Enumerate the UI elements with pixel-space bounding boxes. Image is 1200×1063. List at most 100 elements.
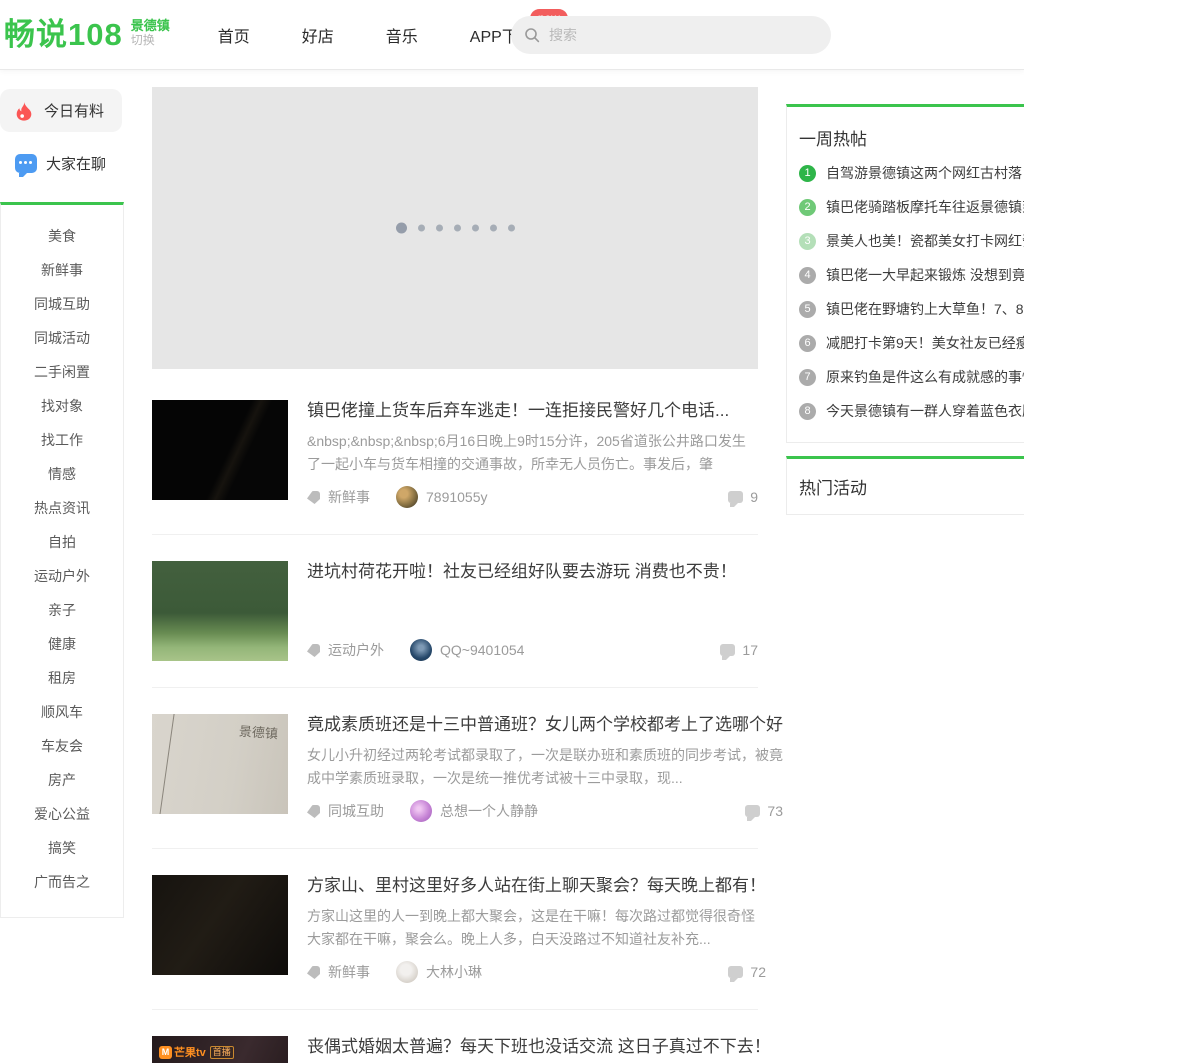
avatar[interactable] (410, 800, 432, 822)
avatar[interactable] (396, 961, 418, 983)
rank-badge: 2 (799, 198, 816, 216)
mango-tv-logo: M 芒果tv 首播 (159, 1044, 234, 1060)
category-jobs[interactable]: 找工作 (1, 423, 123, 457)
logo[interactable]: 畅说108 景德镇 切换 (4, 8, 170, 62)
feed-post: 景德镇 竟成素质班还是十三中普通班？女儿两个学校都考上了选哪个好 女儿小升初经过… (152, 688, 783, 849)
category-local-events[interactable]: 同城活动 (1, 321, 123, 355)
city-label: 景德镇 (130, 17, 170, 33)
post-thumbnail[interactable]: M 芒果tv 首播 (152, 1036, 288, 1063)
site-logo-text[interactable]: 畅说108 (4, 8, 123, 62)
post-category[interactable]: 运动户外 (328, 640, 384, 660)
post-author[interactable]: 7891055y (426, 489, 488, 505)
category-news[interactable]: 新鲜事 (1, 253, 123, 287)
category-ads[interactable]: 广而告之 (1, 865, 123, 899)
nav-shops[interactable]: 好店 (302, 23, 334, 47)
nav-music[interactable]: 音乐 (386, 23, 418, 47)
category-secondhand[interactable]: 二手闲置 (1, 355, 123, 389)
tag-icon (307, 966, 320, 979)
post-thumbnail[interactable]: 景德镇 (152, 714, 288, 814)
hot-post-item[interactable]: 3 景美人也美！瓷都美女打卡网红瓷 (799, 224, 1024, 258)
comment-icon (720, 644, 736, 660)
search-icon (525, 28, 540, 43)
search-box[interactable] (511, 16, 831, 54)
comment-icon (728, 491, 744, 507)
hot-post-item[interactable]: 7 原来钓鱼是件这么有成就感的事情 (799, 360, 1024, 394)
post-author[interactable]: 总想一个人静静 (440, 801, 538, 821)
post-title[interactable]: 丧偶式婚姻太普遍？每天下班也没话交流 这日子真过不下去！ (307, 1036, 771, 1058)
comment-count-group: 72 (728, 964, 766, 982)
post-category[interactable]: 新鲜事 (328, 487, 370, 507)
post-title[interactable]: 竟成素质班还是十三中普通班？女儿两个学校都考上了选哪个好 (307, 714, 783, 736)
today-hot-label: 今日有料 (44, 103, 105, 120)
category-emotions[interactable]: 情感 (1, 457, 123, 491)
carousel-dot[interactable] (489, 224, 497, 232)
hot-post-item[interactable]: 8 今天景德镇有一群人穿着蓝色衣服 (799, 394, 1024, 428)
nav-home[interactable]: 首页 (218, 23, 250, 47)
tag-icon (307, 805, 320, 818)
post-thumbnail[interactable] (152, 561, 288, 661)
category-rentals[interactable]: 租房 (1, 661, 123, 695)
mango-tv-icon: M (159, 1045, 172, 1059)
category-selfie[interactable]: 自拍 (1, 525, 123, 559)
post-author[interactable]: 大林小琳 (426, 962, 482, 982)
category-outdoor-sports[interactable]: 运动户外 (1, 559, 123, 593)
feed-post: 方家山、里村这里好多人站在街上聊天聚会？每天晚上都有！ 方家山这里的人一到晚上都… (152, 849, 766, 1010)
category-carpool[interactable]: 顺风车 (1, 695, 123, 729)
carousel-dot[interactable] (417, 224, 425, 232)
category-health[interactable]: 健康 (1, 627, 123, 661)
category-mutual-help[interactable]: 同城互助 (1, 287, 123, 321)
hot-post-item[interactable]: 6 减肥打卡第9天！美女社友已经瘦了 (799, 326, 1024, 360)
comment-count-group: 9 (728, 489, 758, 507)
category-funny[interactable]: 搞笑 (1, 831, 123, 865)
tag-icon (307, 644, 320, 657)
post-thumbnail[interactable] (152, 400, 288, 500)
category-list: 美食 新鲜事 同城互助 同城活动 二手闲置 找对象 找工作 情感 热点资讯 自拍… (0, 202, 124, 918)
hot-post-item[interactable]: 4 镇巴佬一大早起来锻炼 没想到竟然 (799, 258, 1024, 292)
search-input[interactable] (549, 27, 799, 43)
thumbnail-text: 景德镇 (238, 723, 279, 742)
category-food[interactable]: 美食 (1, 219, 123, 253)
carousel-dot[interactable] (453, 224, 461, 232)
rank-badge: 8 (799, 402, 816, 420)
carousel-dot[interactable] (435, 224, 443, 232)
thumbnail-detail (157, 714, 176, 814)
post-author[interactable]: QQ~9401054 (440, 642, 524, 658)
post-category[interactable]: 同城互助 (328, 801, 384, 821)
category-car-club[interactable]: 车友会 (1, 729, 123, 763)
category-real-estate[interactable]: 房产 (1, 763, 123, 797)
carousel-dot[interactable] (395, 222, 407, 234)
fire-icon (16, 101, 32, 121)
post-title[interactable]: 方家山、里村这里好多人站在街上聊天聚会？每天晚上都有！ (307, 875, 766, 897)
carousel-dot[interactable] (507, 224, 515, 232)
category-charity[interactable]: 爱心公益 (1, 797, 123, 831)
carousel-banner[interactable] (152, 87, 758, 369)
feed-post: 镇巴佬撞上货车后弃车逃走！一连拒接民警好几个电话... &nbsp;&nbsp;… (152, 369, 758, 535)
post-thumbnail[interactable] (152, 875, 288, 975)
post-title[interactable]: 镇巴佬撞上货车后弃车逃走！一连拒接民警好几个电话... (307, 400, 758, 422)
hot-activities-title: 热门活动 (799, 479, 867, 498)
comment-count: 9 (750, 489, 758, 505)
category-hot-info[interactable]: 热点资讯 (1, 491, 123, 525)
city-switch-link[interactable]: 切换 (131, 33, 170, 48)
hot-post-item[interactable]: 2 镇巴佬骑踏板摩托车往返景德镇到 (799, 190, 1024, 224)
hot-post-item[interactable]: 5 镇巴佬在野塘钓上大草鱼！7、8斤 (799, 292, 1024, 326)
category-parenting[interactable]: 亲子 (1, 593, 123, 627)
avatar[interactable] (396, 486, 418, 508)
comment-count-group: 17 (720, 642, 758, 660)
sidebar-item-everyone-chatting[interactable]: 大家在聊 (0, 153, 125, 177)
chatting-label: 大家在聊 (46, 156, 107, 173)
sidebar-item-today-hot[interactable]: 今日有料 (0, 89, 122, 132)
left-sidebar: 今日有料 大家在聊 美食 新鲜事 同城互助 同城活动 二手闲置 找对象 找工作 … (0, 70, 125, 918)
feed-post: 进坑村荷花开啦！社友已经组好队要去游玩 消费也不贵！ 运动户外 QQ~94010… (152, 535, 758, 688)
carousel-dot[interactable] (471, 224, 479, 232)
rank-badge: 5 (799, 300, 816, 318)
post-title[interactable]: 进坑村荷花开啦！社友已经组好队要去游玩 消费也不贵！ (307, 561, 758, 583)
hot-post-item[interactable]: 1 自驾游景德镇这两个网红古村落！ (799, 156, 1024, 190)
avatar[interactable] (410, 639, 432, 661)
tag-icon (307, 491, 320, 504)
category-dating[interactable]: 找对象 (1, 389, 123, 423)
chat-bubble-icon (15, 154, 37, 177)
post-category[interactable]: 新鲜事 (328, 962, 370, 982)
comment-count-group: 73 (745, 803, 783, 821)
rank-badge: 4 (799, 266, 816, 284)
